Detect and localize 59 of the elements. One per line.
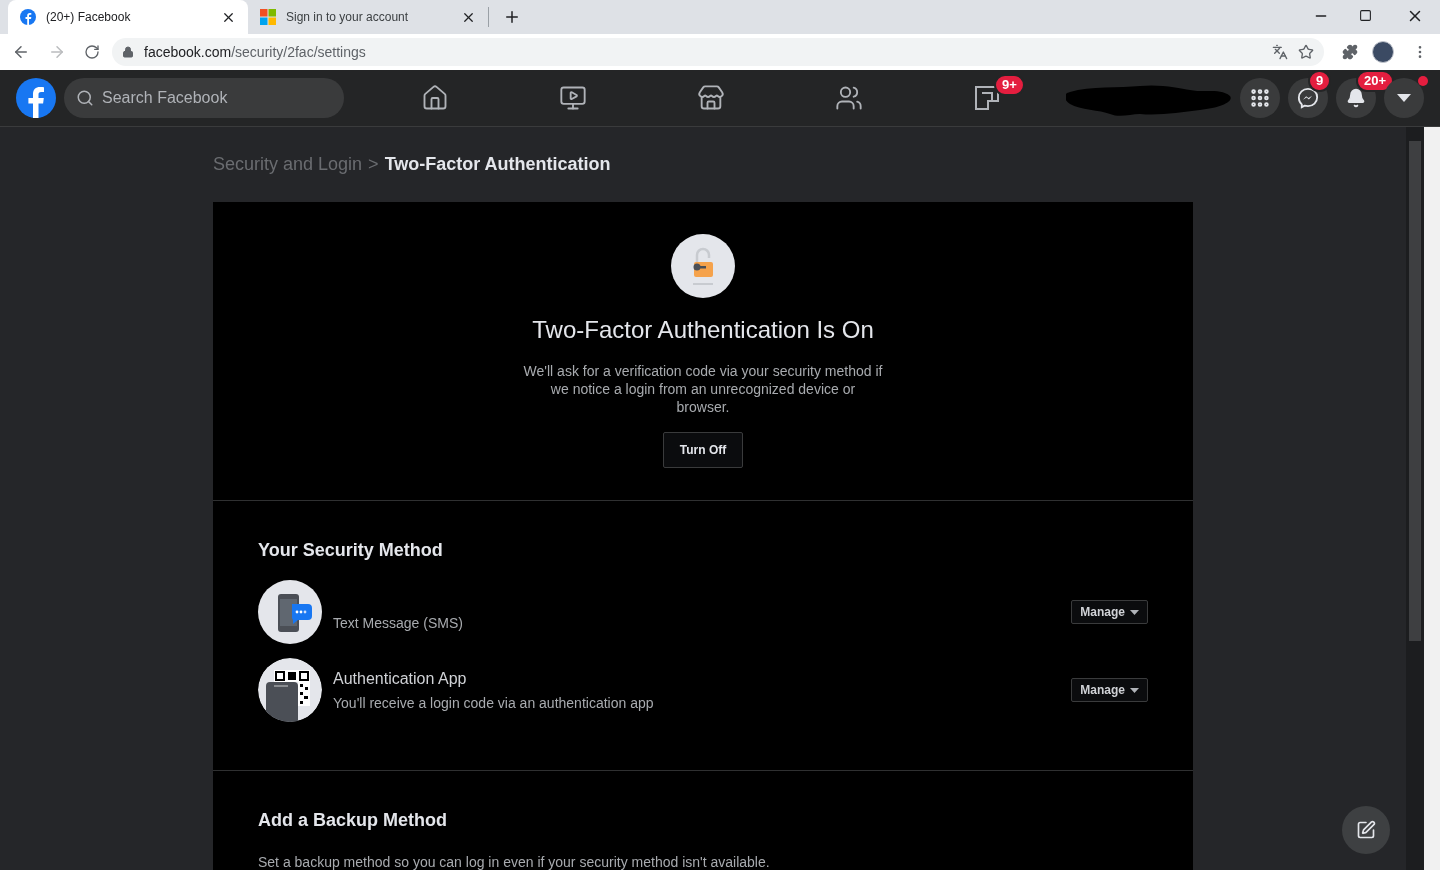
scrollbar[interactable] bbox=[1406, 127, 1424, 870]
caret-icon bbox=[1130, 687, 1139, 693]
marketplace-icon bbox=[697, 84, 725, 112]
windows-squares-icon bbox=[260, 9, 276, 25]
gaming-icon bbox=[974, 85, 1000, 111]
bookmark-star-icon[interactable] bbox=[1298, 44, 1314, 60]
edit-icon bbox=[1356, 820, 1376, 840]
watch-icon bbox=[559, 84, 587, 112]
bell-icon bbox=[1346, 88, 1366, 108]
section-heading: Add a Backup Method bbox=[258, 809, 448, 832]
restore-icon[interactable] bbox=[1359, 9, 1372, 22]
browser-tab[interactable]: Sign in to your account bbox=[248, 0, 488, 34]
messenger-icon bbox=[1297, 87, 1319, 109]
window-scrollbar[interactable] bbox=[1424, 127, 1440, 870]
caret-icon bbox=[1130, 609, 1139, 615]
header-action-button[interactable] bbox=[1288, 78, 1328, 118]
nav-tab[interactable]: 9+ bbox=[918, 70, 1056, 126]
breadcrumb-separator: > bbox=[368, 153, 379, 176]
profile-avatar[interactable] bbox=[1372, 41, 1394, 63]
search-input[interactable]: Search Facebook bbox=[102, 86, 302, 110]
groups-icon bbox=[835, 84, 863, 112]
breadcrumb-current: Two-Factor Authentication bbox=[384, 153, 611, 176]
lock-icon bbox=[122, 46, 134, 58]
status-title: Two-Factor Authentication Is On bbox=[532, 315, 874, 345]
header-action-button[interactable] bbox=[1240, 78, 1280, 118]
tab-title: (20+) Facebook bbox=[46, 9, 132, 26]
facebook-logo[interactable] bbox=[16, 78, 56, 118]
compose-button[interactable] bbox=[1342, 806, 1390, 854]
reload-icon[interactable] bbox=[84, 44, 100, 60]
phone-message-icon bbox=[258, 580, 322, 644]
method-description: Text Message (SMS) bbox=[333, 613, 464, 633]
scrollbar-thumb[interactable] bbox=[1409, 141, 1421, 641]
extensions-icon[interactable] bbox=[1342, 44, 1358, 60]
facebook-logo-icon bbox=[20, 9, 36, 25]
translate-icon[interactable] bbox=[1272, 44, 1288, 60]
method-title: Authentication App bbox=[333, 668, 468, 689]
browser-tab[interactable]: (20+) Facebook bbox=[8, 0, 248, 34]
back-icon[interactable] bbox=[12, 43, 30, 61]
turn-off-button[interactable]: Turn Off bbox=[662, 432, 744, 468]
notification-count-badge: 9 bbox=[1308, 70, 1332, 92]
notification-count-badge: 9+ bbox=[994, 74, 1025, 96]
method-description: You'll receive a login code via an authentication app bbox=[333, 693, 655, 713]
menu-grid-icon bbox=[1249, 87, 1271, 109]
section-heading: Your Security Method bbox=[258, 540, 443, 560]
new-tab-icon[interactable] bbox=[503, 8, 521, 26]
caret-icon bbox=[1397, 94, 1411, 102]
home-icon bbox=[421, 84, 449, 112]
search-icon bbox=[76, 89, 94, 107]
manage-dropdown-button[interactable]: Manage bbox=[1071, 678, 1148, 702]
status-description: We'll ask for a verification code via your security method if we notice a login from an unrecognized device or browser. bbox=[523, 362, 883, 416]
header-action-button[interactable] bbox=[1384, 78, 1424, 118]
qr-code-phone-icon bbox=[258, 658, 322, 722]
manage-dropdown-button[interactable]: Manage bbox=[1071, 600, 1148, 624]
address-bar[interactable]: facebook.com/security/2fac/settings bbox=[112, 38, 1324, 66]
backup-description: Set a backup method so you can log in even if your security method isn't available. bbox=[258, 853, 771, 870]
search-field[interactable]: Search Facebook bbox=[64, 78, 344, 118]
tab-title: Sign in to your account bbox=[286, 9, 410, 26]
url-text: facebook.com/security/2fac/settings bbox=[144, 42, 367, 62]
padlock-key-icon bbox=[671, 234, 735, 298]
